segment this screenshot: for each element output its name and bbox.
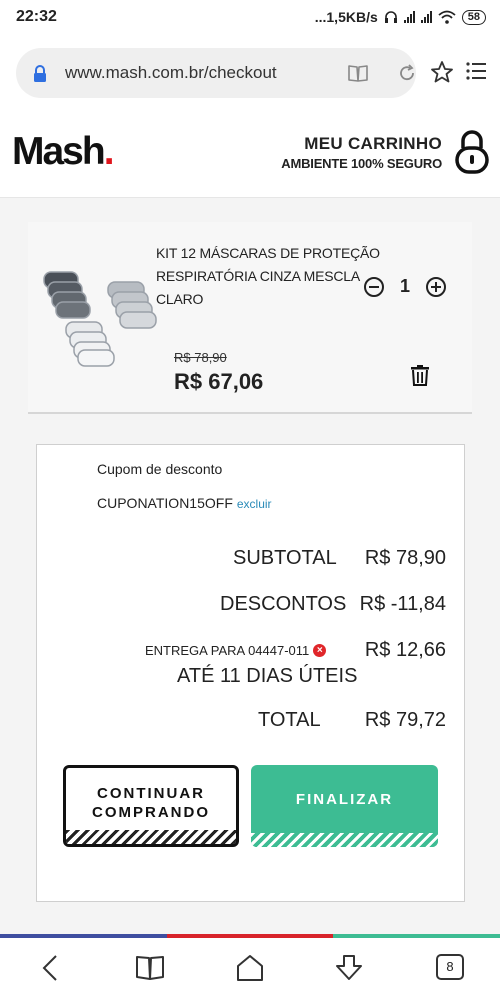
shipping-value: R$ 12,66 — [364, 639, 446, 661]
trash-icon[interactable] — [410, 364, 430, 386]
shipping-label: ENTREGA PARA 04447-011 × — [145, 643, 327, 658]
coupon-label: Cupom de desconto — [97, 461, 223, 477]
status-time: 22:32 — [16, 8, 57, 25]
discount-value: R$ -11,84 — [359, 593, 446, 615]
network-speed: ...1,5KB/s — [314, 9, 378, 25]
order-summary: Cupom de desconto CUPONATION15OFF excluir… — [36, 444, 465, 902]
browser-bottom-nav: 8 — [0, 938, 500, 1000]
plus-icon[interactable] — [426, 276, 446, 297]
wifi-icon — [438, 10, 456, 24]
button-stripes — [66, 830, 236, 844]
site-header: Mash. MEU CARRINHO AMBIENTE 100% SEGURO — [0, 110, 500, 198]
address-bar[interactable]: www.mash.com.br/checkout — [16, 48, 416, 98]
finalize-button[interactable]: FINALIZAR — [251, 765, 438, 847]
product-image — [43, 271, 157, 367]
cart-item: KIT 12 MÁSCARAS DE PROTEÇÃO RESPIRATÓRIA… — [28, 222, 472, 414]
remove-coupon-link[interactable]: excluir — [237, 497, 272, 511]
download-icon[interactable] — [334, 954, 364, 982]
total-label: TOTAL — [258, 709, 321, 731]
remove-cep-icon[interactable]: × — [313, 644, 327, 657]
headphones-icon — [384, 11, 397, 23]
home-icon[interactable] — [236, 954, 264, 982]
menu-icon[interactable] — [466, 62, 486, 80]
button-stripes — [251, 833, 438, 847]
finalize-label: FINALIZAR — [295, 791, 394, 808]
tabs-icon[interactable]: 8 — [436, 954, 464, 980]
shipping-days: ATÉ 11 DIAS ÚTEIS — [177, 665, 358, 687]
continue-label-line2: COMPRANDO — [92, 804, 210, 821]
product-name[interactable]: KIT 12 MÁSCARAS DE PROTEÇÃO RESPIRATÓRIA… — [156, 242, 396, 311]
quantity-stepper: 1 — [364, 276, 446, 297]
lock-icon — [34, 65, 46, 82]
padlock-icon — [455, 130, 489, 174]
reader-icon[interactable] — [348, 64, 368, 82]
star-icon[interactable] — [430, 60, 454, 84]
url-text[interactable]: www.mash.com.br/checkout — [65, 63, 277, 83]
cart-title: MEU CARRINHO — [304, 134, 442, 153]
price: R$ 67,06 — [174, 369, 264, 394]
mash-logo[interactable]: Mash. — [12, 130, 115, 174]
bookmarks-icon[interactable] — [136, 954, 164, 980]
signal-icon — [403, 11, 415, 23]
coupon-code-text: CUPONATION15OFF — [97, 495, 233, 511]
browser-toolbar: www.mash.com.br/checkout — [0, 36, 500, 110]
cart-heading: MEU CARRINHO AMBIENTE 100% SEGURO — [281, 134, 442, 171]
subtotal-label: SUBTOTAL — [233, 547, 337, 569]
shipping-label-text: ENTREGA PARA 04447-011 — [145, 643, 310, 658]
minus-icon[interactable] — [364, 276, 384, 297]
discount-label: DESCONTOS — [220, 593, 347, 615]
total-value: R$ 79,72 — [364, 709, 446, 731]
reload-icon[interactable] — [398, 64, 416, 82]
cart-subtitle: AMBIENTE 100% SEGURO — [281, 156, 442, 171]
continue-shopping-button[interactable]: CONTINUAR COMPRANDO — [63, 765, 239, 847]
continue-label-line1: CONTINUAR — [97, 785, 205, 802]
quantity-value: 1 — [399, 276, 410, 296]
signal-icon-2 — [420, 11, 432, 23]
coupon-code: CUPONATION15OFF excluir — [97, 495, 272, 511]
status-bar: 22:32 ...1,5KB/s 58 — [0, 0, 500, 36]
subtotal-value: R$ 78,90 — [364, 547, 446, 569]
old-price: R$ 78,90 — [174, 350, 227, 365]
back-icon[interactable] — [40, 954, 60, 982]
battery-icon: 58 — [461, 9, 486, 25]
